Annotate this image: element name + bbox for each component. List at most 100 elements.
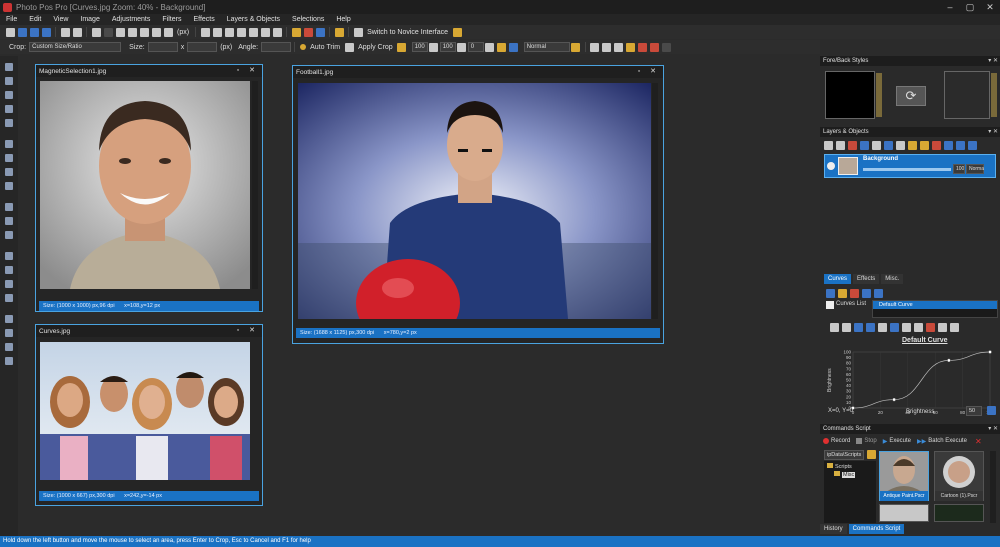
- document-header[interactable]: Curves.jpg ▫ ✕: [36, 325, 262, 337]
- align-icon[interactable]: [590, 42, 600, 52]
- open-file-icon[interactable]: [17, 27, 27, 37]
- layer-opacity-value[interactable]: 100: [953, 164, 965, 174]
- script-thumb-antique[interactable]: Antique Paint.Pscr: [879, 451, 929, 501]
- background-swatch[interactable]: [944, 71, 990, 119]
- doc-close-button[interactable]: ✕: [646, 66, 660, 78]
- menu-view[interactable]: View: [47, 16, 74, 23]
- document-header[interactable]: Football1.jpg ▫ ✕: [293, 66, 663, 78]
- doc-restore-button[interactable]: ▫: [632, 66, 646, 78]
- undo-icon[interactable]: [60, 27, 70, 37]
- delete-object-icon[interactable]: [650, 42, 660, 52]
- script-thumb-4[interactable]: [934, 504, 984, 522]
- object-menu-icon[interactable]: [662, 42, 672, 52]
- document-window-magnetic[interactable]: MagneticSelection1.jpg ▫ ✕ Size: (1000 x…: [35, 64, 263, 312]
- width-input[interactable]: [147, 42, 178, 52]
- curves-up-icon[interactable]: [861, 288, 871, 298]
- move-layer-down-icon[interactable]: [943, 140, 953, 150]
- angle-input[interactable]: [261, 42, 292, 52]
- script-thumb-cartoon[interactable]: Cartoon (1).Pscr: [934, 451, 984, 501]
- scripts-scrollbar[interactable]: [990, 451, 996, 523]
- crop-icon[interactable]: [151, 27, 161, 37]
- text-tool-icon[interactable]: [5, 203, 13, 211]
- arrange-icon[interactable]: [614, 42, 624, 52]
- curve-apply-icon[interactable]: [986, 406, 996, 415]
- tab-misc[interactable]: Misc.: [881, 274, 904, 284]
- lightning-icon[interactable]: [334, 27, 344, 37]
- layer-opacity-slider[interactable]: [863, 168, 951, 171]
- move-layer-up-icon[interactable]: [955, 140, 965, 150]
- magic-wand-icon[interactable]: [5, 119, 13, 127]
- mirror-icon[interactable]: [236, 27, 246, 37]
- line-tool-icon[interactable]: [5, 231, 13, 239]
- batch-execute-button[interactable]: Batch Execute: [928, 438, 967, 444]
- tab-history[interactable]: History: [820, 524, 847, 534]
- curve-delete-icon[interactable]: [925, 323, 935, 332]
- background-tools-strip[interactable]: [991, 73, 997, 117]
- effects-icon[interactable]: [291, 27, 301, 37]
- tab-curves[interactable]: Curves: [824, 274, 852, 284]
- document-window-football[interactable]: Football1.jpg ▫ ✕ Size: (1688 x 1125) px…: [292, 65, 664, 344]
- curve-reset-icon[interactable]: [865, 323, 875, 332]
- blend-mode-select[interactable]: Normal: [523, 42, 570, 52]
- layer-group-icon[interactable]: [919, 140, 929, 150]
- clear-script-icon[interactable]: ✕: [975, 437, 982, 446]
- menu-adjustments[interactable]: Adjustments: [106, 16, 157, 23]
- swap-colors-icon[interactable]: ⟳: [896, 86, 926, 106]
- clone-tool-icon[interactable]: [5, 315, 13, 323]
- image-canvas[interactable]: [40, 342, 250, 480]
- curves-down-icon[interactable]: [873, 288, 883, 298]
- panel-controls[interactable]: ▾ ✕: [988, 424, 998, 434]
- curve-save-icon[interactable]: [889, 323, 899, 332]
- height-input[interactable]: [187, 42, 218, 52]
- opacity1-input[interactable]: 100: [411, 42, 428, 52]
- group-icon[interactable]: [626, 42, 636, 52]
- doc-close-button[interactable]: ✕: [245, 325, 259, 337]
- pencil-tool-icon[interactable]: [5, 182, 13, 190]
- curve-paste-icon[interactable]: [913, 323, 923, 332]
- crop-mode-select[interactable]: Custom Size/Ratio: [29, 42, 122, 52]
- lasso-icon[interactable]: [5, 154, 13, 162]
- mode-icon[interactable]: [571, 42, 581, 52]
- vertical-scrollbar[interactable]: [652, 83, 658, 319]
- folder-misc[interactable]: Misc: [824, 470, 876, 478]
- shape-tool-icon[interactable]: [5, 217, 13, 225]
- curves-list[interactable]: Default Curve: [872, 300, 998, 318]
- curves-delete-icon[interactable]: [849, 288, 859, 298]
- new-layer-icon[interactable]: [823, 140, 833, 150]
- switch-novice-button[interactable]: Switch to Novice Interface: [367, 29, 448, 36]
- invert-selection-icon[interactable]: [103, 27, 113, 37]
- document-window-curves[interactable]: Curves.jpg ▫ ✕ Size: (1000 x 667) px,300…: [35, 324, 263, 506]
- layer-blend-select[interactable]: Norma: [966, 164, 984, 174]
- execute-button[interactable]: Execute: [889, 438, 911, 444]
- vertical-scrollbar[interactable]: [252, 81, 258, 289]
- commands-panel-header[interactable]: Commands Script ▾ ✕: [820, 424, 1000, 434]
- layer-mask-icon[interactable]: [883, 140, 893, 150]
- sharpen-icon[interactable]: [272, 27, 282, 37]
- menu-layers-objects[interactable]: Layers & Objects: [221, 16, 286, 23]
- layer-row-background[interactable]: Background 100 Norma: [824, 154, 996, 178]
- folder-scripts[interactable]: Scripts: [824, 461, 876, 470]
- menu-image[interactable]: Image: [74, 16, 105, 23]
- curve-value-input[interactable]: 50: [966, 406, 982, 416]
- curve-flip-icon[interactable]: [949, 323, 959, 332]
- menu-help[interactable]: Help: [330, 16, 356, 23]
- move-layer-top-icon[interactable]: [967, 140, 977, 150]
- curve-points-icon[interactable]: [841, 323, 851, 332]
- crop-tool-icon[interactable]: [5, 105, 13, 113]
- curves-list-checkbox[interactable]: [826, 301, 834, 309]
- curve-channel-icon[interactable]: [853, 323, 863, 332]
- menu-effects[interactable]: Effects: [187, 16, 220, 23]
- auto-trim-radio[interactable]: [299, 44, 306, 50]
- fill-tool-icon[interactable]: [5, 252, 13, 260]
- contrast-icon[interactable]: [260, 27, 270, 37]
- layer-style-icon[interactable]: [907, 140, 917, 150]
- help-icon[interactable]: [452, 27, 462, 37]
- ungroup-icon[interactable]: [638, 42, 648, 52]
- script-thumb-3[interactable]: [879, 504, 929, 522]
- eraser-tool-icon[interactable]: [5, 280, 13, 288]
- apply-crop-button[interactable]: Apply Crop: [358, 44, 393, 51]
- record-icon[interactable]: [823, 438, 829, 444]
- maximize-button[interactable]: ▢: [960, 0, 980, 14]
- distribute-icon[interactable]: [602, 42, 612, 52]
- rectangle-select-icon[interactable]: [5, 140, 13, 148]
